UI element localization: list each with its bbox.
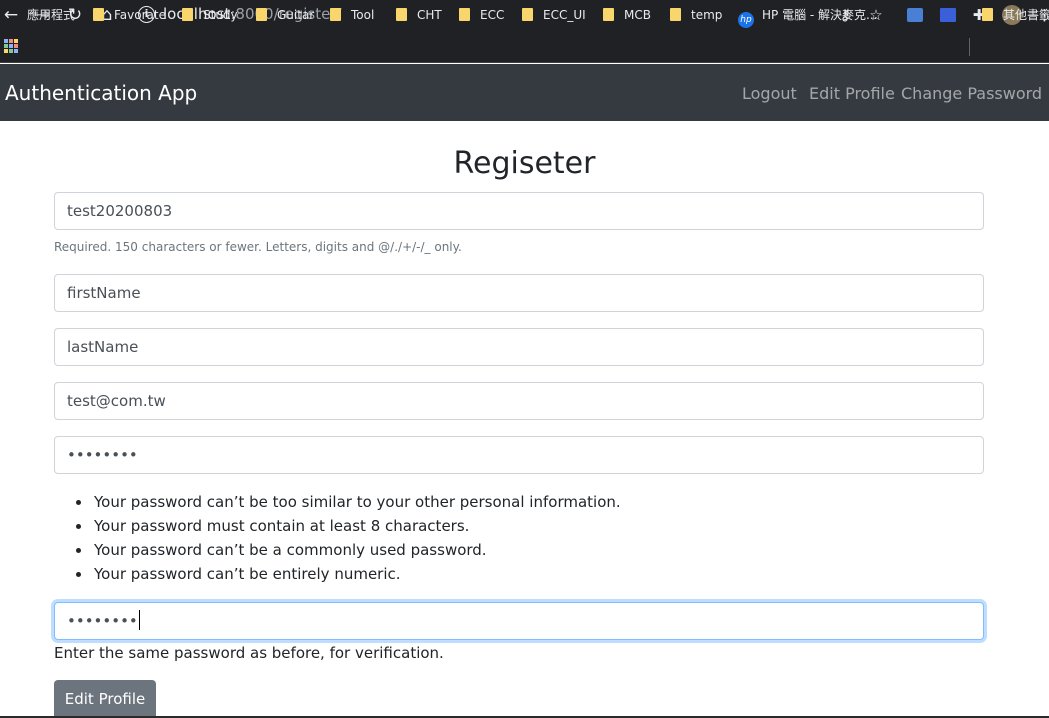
bookmarks-divider: [969, 38, 970, 56]
bookmark-label: CHT: [417, 8, 442, 22]
nav-edit-profile[interactable]: Edit Profile: [809, 84, 895, 103]
bookmark-label: ECC: [480, 8, 505, 22]
bookmark-cht[interactable]: CHT: [396, 6, 442, 24]
email-field[interactable]: test@com.tw: [54, 382, 984, 420]
folder-icon: [459, 8, 470, 21]
folder-icon: [522, 8, 533, 21]
nav-logout[interactable]: Logout: [742, 84, 797, 103]
bookmark-label: HP 電腦 - 解決麥克...: [762, 8, 878, 22]
first-name-field[interactable]: firstName: [54, 274, 984, 312]
password-confirm-mask: ••••••••: [67, 612, 138, 630]
navbar-brand[interactable]: Authentication App: [5, 81, 197, 105]
submit-button[interactable]: Edit Profile: [54, 680, 156, 718]
last-name-field[interactable]: lastName: [54, 328, 984, 366]
bookmark-favorate[interactable]: Favorate: [93, 6, 166, 24]
password-rule: Your password must contain at least 8 ch…: [76, 516, 621, 540]
bookmark-ecc-ui[interactable]: ECC_UI: [522, 6, 586, 24]
text-caret: [138, 610, 140, 630]
bookmark-label: Favorate: [114, 8, 166, 22]
folder-icon: [982, 8, 993, 21]
password-rule: Your password can’t be too similar to yo…: [76, 492, 621, 516]
password-field[interactable]: ••••••••: [54, 436, 984, 474]
bookmark-label: Study: [203, 8, 238, 22]
screen-extension-icon[interactable]: [939, 4, 957, 26]
folder-icon: [93, 8, 104, 21]
username-help-text: Required. 150 characters or fewer. Lette…: [54, 240, 462, 254]
folder-icon: [330, 8, 341, 21]
bookmark-apps[interactable]: 應用程式: [27, 6, 75, 24]
folder-icon: [182, 8, 193, 21]
password-mask: ••••••••: [67, 446, 138, 464]
bookmark-label: Guitar: [277, 8, 315, 22]
back-icon[interactable]: ←: [0, 4, 22, 26]
bookmark-tool[interactable]: Tool: [330, 6, 374, 24]
apps-grid-icon[interactable]: [4, 39, 18, 53]
bookmark-ecc[interactable]: ECC: [459, 6, 504, 24]
password-confirm-field[interactable]: ••••••••: [54, 602, 984, 640]
folder-icon: [670, 8, 681, 21]
bookmark-label: Tool: [351, 8, 375, 22]
password-rules-list: Your password can’t be too similar to yo…: [76, 492, 621, 588]
hp-icon: hp: [738, 12, 754, 28]
folder-icon: [396, 8, 407, 21]
app-navbar: Authentication App Logout Edit Profile C…: [0, 64, 1049, 121]
folder-icon: [603, 8, 614, 21]
folder-icon: [256, 8, 267, 21]
bookmark-other[interactable]: 其他書籤: [982, 6, 1049, 24]
username-field[interactable]: test20200803: [54, 192, 984, 230]
page-title: Regiseter: [453, 146, 596, 181]
bookmark-guitar[interactable]: Guitar: [256, 6, 314, 24]
bookmark-label: MCB: [624, 8, 651, 22]
bookmark-hp[interactable]: hp HP 電腦 - 解決麥克...: [738, 6, 878, 28]
bookmark-study[interactable]: Study: [182, 6, 238, 24]
bookmark-mcb[interactable]: MCB: [603, 6, 651, 24]
password-confirm-help-text: Enter the same password as before, for v…: [54, 644, 444, 662]
nav-change-password[interactable]: Change Password: [901, 84, 1042, 103]
password-rule: Your password can’t be a commonly used p…: [76, 540, 621, 564]
bookmark-label: temp: [691, 8, 723, 22]
bookmark-label: 其他書籤: [1003, 8, 1049, 22]
bookmarks-bar: [0, 32, 1049, 63]
bookmark-temp[interactable]: temp: [670, 6, 722, 24]
bookmark-label: ECC_UI: [543, 8, 586, 22]
password-rule: Your password can’t be entirely numeric.: [76, 564, 621, 588]
translate-extension-icon[interactable]: [906, 4, 924, 26]
